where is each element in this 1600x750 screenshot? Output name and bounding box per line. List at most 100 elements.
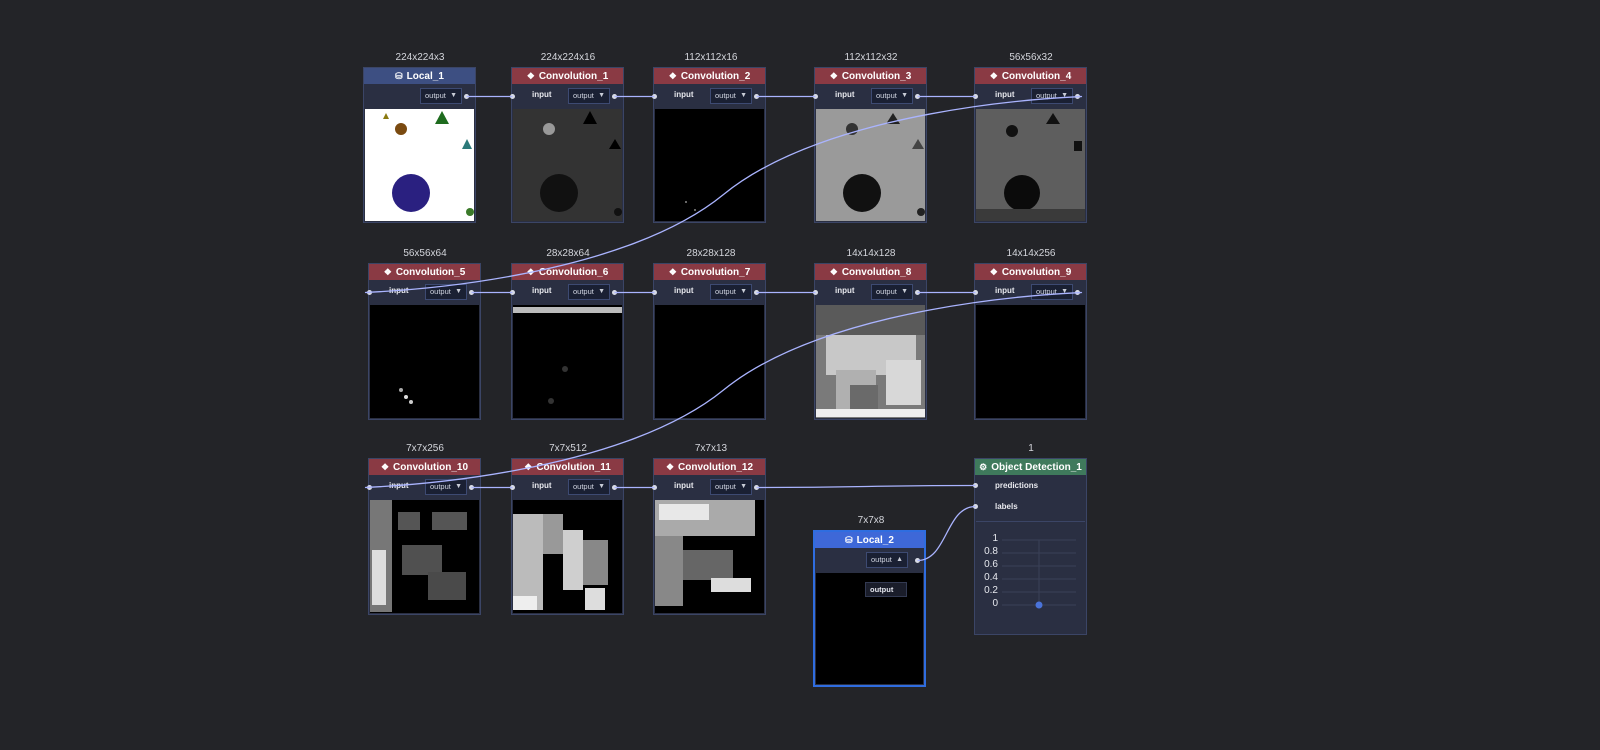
input-port[interactable]	[813, 290, 818, 295]
chevron-down-icon: ▼	[901, 288, 908, 295]
node-title: Convolution_4	[1001, 71, 1072, 82]
node-object-detection-1[interactable]: ⚙ Object Detection_1 predictions labels 1…	[973, 458, 1087, 635]
output-select[interactable]: output ▼	[710, 479, 752, 495]
output-port[interactable]	[915, 290, 920, 295]
layers-icon: ❖	[524, 462, 533, 472]
node-header[interactable]: ❖ Convolution_2	[654, 68, 765, 84]
labels-port[interactable]	[973, 504, 978, 509]
output-dropdown-menu[interactable]: output	[865, 582, 907, 597]
output-port[interactable]	[1075, 94, 1080, 99]
output-port[interactable]	[612, 485, 617, 490]
output-select[interactable]: output ▼	[710, 284, 752, 300]
shape-label: 14x14x256	[1006, 248, 1056, 259]
node-convolution-4[interactable]: ❖ Convolution_4 input output ▼	[973, 67, 1087, 223]
node-convolution-11[interactable]: ❖ Convolution_11 input output ▼	[510, 458, 624, 615]
output-port[interactable]	[612, 94, 617, 99]
node-header[interactable]: ❖ Convolution_7	[654, 264, 765, 280]
node-header[interactable]: ❖ Convolution_11	[512, 459, 623, 475]
input-port[interactable]	[367, 485, 372, 490]
input-port[interactable]	[510, 94, 515, 99]
node-convolution-2[interactable]: ❖ Convolution_2 input output ▼	[652, 67, 766, 223]
output-select[interactable]: output ▼	[425, 284, 467, 300]
chevron-down-icon: ▼	[450, 92, 457, 99]
node-convolution-7[interactable]: ❖ Convolution_7 input output ▼	[652, 263, 766, 420]
node-header[interactable]: ❖ Convolution_6	[512, 264, 623, 280]
predictions-port[interactable]	[973, 483, 978, 488]
node-convolution-5[interactable]: ❖ Convolution_5 input output ▼	[367, 263, 481, 420]
output-select[interactable]: output ▼	[1031, 88, 1073, 104]
output-select[interactable]: output ▲	[866, 552, 908, 568]
output-select-value: output	[876, 91, 897, 100]
node-header[interactable]: ❖ Convolution_9	[975, 264, 1086, 280]
node-convolution-8[interactable]: ❖ Convolution_8 input output ▼	[813, 263, 927, 420]
input-port[interactable]	[652, 485, 657, 490]
input-port[interactable]	[510, 290, 515, 295]
node-header[interactable]: ❖ Convolution_1	[512, 68, 623, 84]
output-select[interactable]: output ▼	[568, 284, 610, 300]
output-port[interactable]	[612, 290, 617, 295]
output-port[interactable]	[754, 485, 759, 490]
output-port[interactable]	[915, 94, 920, 99]
input-port[interactable]	[652, 94, 657, 99]
output-select[interactable]: output ▼	[568, 479, 610, 495]
output-select[interactable]: output ▼	[420, 88, 462, 104]
node-convolution-1[interactable]: ❖ Convolution_1 input output ▼	[510, 67, 624, 223]
output-select[interactable]: output ▼	[871, 88, 913, 104]
node-convolution-6[interactable]: ❖ Convolution_6 input output ▼	[510, 263, 624, 420]
shape-label: 224x224x3	[395, 52, 445, 63]
node-title: Convolution_2	[680, 71, 751, 82]
input-port[interactable]	[813, 94, 818, 99]
output-select[interactable]: output ▼	[568, 88, 610, 104]
output-select[interactable]: output ▼	[871, 284, 913, 300]
node-header[interactable]: ⛁ Local_1	[364, 68, 475, 84]
node-header[interactable]: ❖ Convolution_12	[654, 459, 765, 475]
dropdown-option[interactable]: output	[870, 585, 902, 594]
node-convolution-12[interactable]: ❖ Convolution_12 input output ▼	[652, 458, 766, 615]
node-header[interactable]: ❖ Convolution_8	[815, 264, 926, 280]
node-title: Convolution_6	[538, 267, 609, 278]
output-select[interactable]: output ▼	[425, 479, 467, 495]
input-label: input	[674, 90, 694, 99]
input-port[interactable]	[367, 290, 372, 295]
preview-image	[655, 109, 764, 221]
output-select[interactable]: output ▼	[1031, 284, 1073, 300]
input-label: input	[995, 90, 1015, 99]
input-port[interactable]	[652, 290, 657, 295]
output-port[interactable]	[1075, 290, 1080, 295]
layers-icon: ❖	[829, 71, 838, 81]
node-header[interactable]: ❖ Convolution_3	[815, 68, 926, 84]
node-title: Convolution_3	[841, 71, 912, 82]
labels-label: labels	[995, 502, 1018, 511]
chevron-down-icon: ▼	[740, 288, 747, 295]
node-local-2[interactable]: ⛁ Local_2 output ▲ output	[813, 530, 926, 687]
input-port[interactable]	[973, 290, 978, 295]
chevron-down-icon: ▼	[598, 288, 605, 295]
node-header[interactable]: ⛁ Local_2	[815, 532, 924, 548]
chevron-down-icon: ▼	[455, 288, 462, 295]
node-convolution-10[interactable]: ❖ Convolution_10 input output ▼	[367, 458, 481, 615]
output-port[interactable]	[469, 485, 474, 490]
node-title: Convolution_11	[536, 462, 611, 473]
output-select[interactable]: output ▼	[710, 88, 752, 104]
node-header[interactable]: ❖ Convolution_4	[975, 68, 1086, 84]
output-port[interactable]	[754, 290, 759, 295]
node-header[interactable]: ❖ Convolution_10	[369, 459, 480, 475]
shape-label: 224x224x16	[540, 52, 596, 63]
input-port[interactable]	[510, 485, 515, 490]
output-port[interactable]	[469, 290, 474, 295]
y-tick-label: 1	[992, 533, 998, 544]
output-port[interactable]	[464, 94, 469, 99]
output-select-value: output	[573, 287, 594, 296]
node-convolution-9[interactable]: ❖ Convolution_9 input output ▼	[973, 263, 1087, 420]
chevron-up-icon: ▲	[896, 556, 903, 563]
y-tick-label: 0	[992, 598, 998, 609]
node-local-1[interactable]: ⛁ Local_1 output ▼	[363, 67, 476, 223]
node-header[interactable]: ❖ Convolution_5	[369, 264, 480, 280]
input-port[interactable]	[973, 94, 978, 99]
node-header[interactable]: ⚙ Object Detection_1	[975, 459, 1086, 475]
shape-label: 14x14x128	[846, 248, 896, 259]
output-port[interactable]	[915, 558, 920, 563]
output-port[interactable]	[754, 94, 759, 99]
node-title: Convolution_12	[678, 462, 754, 473]
node-convolution-3[interactable]: ❖ Convolution_3 input output ▼	[813, 67, 927, 223]
